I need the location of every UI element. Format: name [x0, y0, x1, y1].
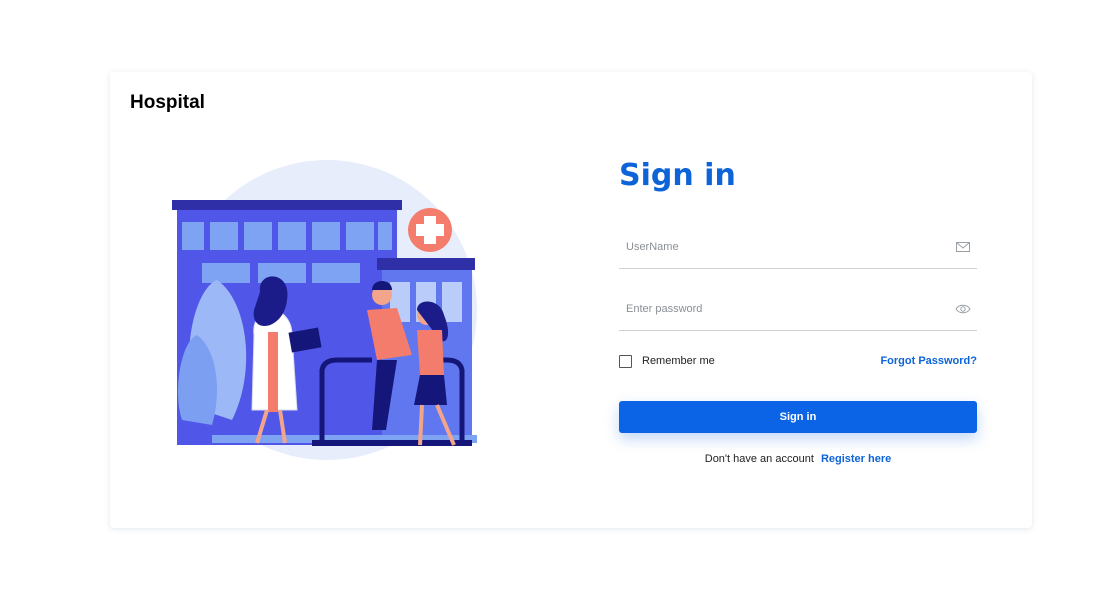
remember-me-checkbox[interactable]: [619, 354, 632, 368]
register-prompt: Don't have an account Register here: [619, 453, 977, 465]
username-input[interactable]: [619, 228, 977, 266]
register-prompt-text: Don't have an account: [704, 453, 814, 465]
password-field-wrapper: [619, 290, 977, 331]
remember-me-label: Remember me: [642, 355, 715, 367]
hospital-illustration: [172, 160, 477, 460]
password-input[interactable]: [619, 290, 977, 328]
eye-icon[interactable]: [955, 301, 971, 317]
register-link[interactable]: Register here: [821, 453, 891, 465]
username-field-wrapper: [619, 228, 977, 269]
login-card: Hospital Sign in UserName Remember me Fo…: [110, 72, 1032, 528]
brand-title: Hospital: [130, 92, 205, 113]
forgot-password-link[interactable]: Forgot Password?: [880, 355, 977, 367]
signin-title: Sign in: [619, 158, 736, 193]
signin-button[interactable]: Sign in: [619, 401, 977, 433]
remember-me[interactable]: Remember me: [619, 354, 715, 368]
options-row: Remember me Forgot Password?: [619, 353, 977, 369]
mail-icon: [956, 242, 970, 252]
signin-form: Sign in Remember me Forgot Password? Sig…: [619, 156, 977, 465]
